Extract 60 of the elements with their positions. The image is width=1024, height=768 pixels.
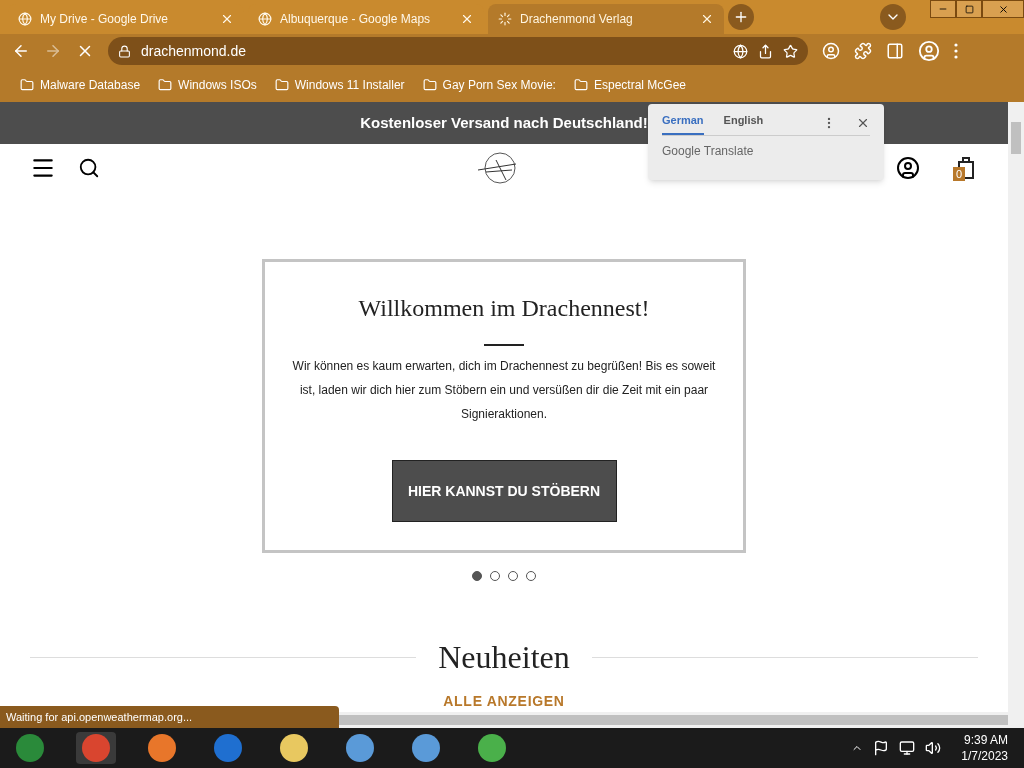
bookmark[interactable]: Windows 11 Installer [274,76,405,94]
plus-icon [733,9,749,25]
new-tab-button[interactable] [728,4,754,30]
bookmark[interactable]: Gay Porn Sex Movie: [422,76,556,94]
bookmark-icon [20,78,34,92]
welcome-title: Willkommen im Drachennest! [358,294,650,323]
close-icon [997,3,1009,15]
network-icon [899,740,916,756]
loading-spinner-icon [498,12,512,26]
search-icon [78,157,100,180]
minimize-button[interactable] [930,0,956,18]
bookmark-icon [158,78,173,92]
share-icon [758,43,773,59]
browser-tab[interactable]: Drachenmond Verlag [488,4,724,34]
site-icon [18,12,32,26]
loading-status-toast: Waiting for api.openweathermap.org... [0,706,339,728]
tab-search-button[interactable] [880,4,906,30]
shopping-bag-icon [956,155,976,180]
account-icon [918,40,940,62]
account-icon [896,156,920,181]
site-icon [258,12,272,26]
menu-icon[interactable] [954,43,958,59]
language-tab[interactable]: German [662,112,704,135]
tab-title: Drachenmond Verlag [520,11,634,28]
lock-icon [118,44,131,58]
close-icon [700,12,714,26]
bookmark[interactable]: Espectral McGee [573,76,686,94]
maximize-icon [964,4,974,14]
vertical-scrollbar[interactable] [1008,102,1024,712]
forward-icon [44,42,62,60]
close-icon [460,12,474,26]
view-all-link[interactable]: ALLE ANZEIGEN [443,691,565,712]
maximize-button[interactable] [956,0,982,18]
clock-date: 1/7/2023 [961,748,1008,764]
bookmark-icon [422,78,437,92]
browse-button[interactable]: HIER KANNST DU STÖBERN [391,460,617,522]
section-title: Neuheiten [438,638,570,677]
tab-title: My Drive - Google Drive [40,11,170,28]
close-window-button[interactable] [982,0,1024,18]
url-text: drachenmond.de [141,41,248,61]
bookmark-star-icon [783,43,798,59]
cart-count-badge: 0 [953,167,966,182]
extensions-icon [854,42,872,60]
bookmark-icon [274,78,289,92]
back-icon [12,42,30,60]
clock-time: 9:39 AM [963,732,1008,748]
translate-icon [733,43,748,59]
bookmark[interactable]: Malware Database [20,76,141,94]
bookmark-icon [573,78,588,92]
flag-icon [873,740,890,756]
close-icon [220,12,234,26]
bookmark[interactable]: Windows ISOs [158,76,257,94]
tab-title: Albuquerque - Google Maps [280,11,432,28]
volume-icon [925,740,942,756]
address-field[interactable]: drachenmond.de [108,37,808,65]
translate-brand: Google Translate [662,142,755,160]
welcome-text: Wir können es kaum erwarten, dich im Drachennest zu begrüßen! Bis es soweit ist, laden wir dich hier zum Stöbern ein und versüßen dir die Zeit mit ein paar Signieraktionen. [291,358,717,423]
language-tab[interactable]: English [723,112,764,135]
profile-icon [822,42,840,60]
side-panel-icon [886,42,904,60]
